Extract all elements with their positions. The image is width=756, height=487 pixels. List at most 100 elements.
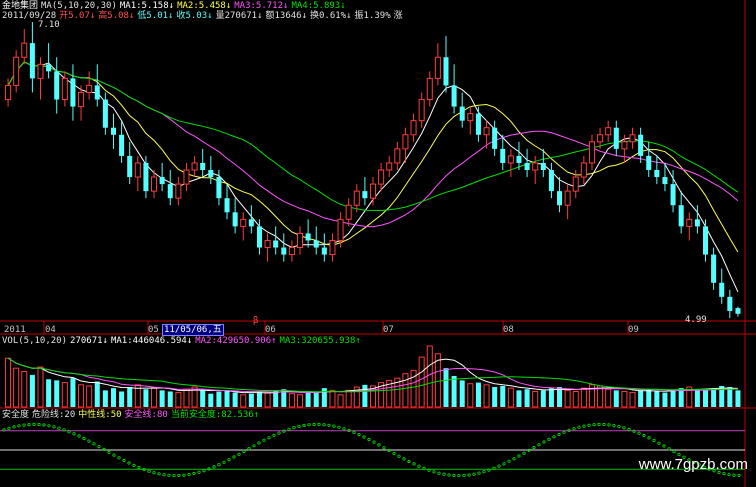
candle-body-down bbox=[102, 99, 108, 128]
candle-body-up bbox=[37, 63, 44, 79]
candle-body-down bbox=[540, 162, 546, 170]
safety-curve-dot bbox=[487, 468, 491, 472]
safety-curve-dot bbox=[117, 456, 121, 460]
safety-curve-dot bbox=[657, 441, 661, 445]
safety-curve-dot bbox=[737, 473, 741, 478]
candle-body-up bbox=[572, 176, 579, 192]
event-marker-icon[interactable]: β bbox=[253, 316, 258, 326]
candle-body-up bbox=[434, 56, 441, 79]
safety-curve-dot bbox=[422, 466, 426, 470]
candle-body-down bbox=[127, 155, 133, 178]
volume-bar-up bbox=[86, 385, 93, 408]
safety-curve-dot bbox=[497, 464, 501, 468]
candle-body-down bbox=[443, 57, 449, 86]
cursor-date-label: 11/05/06,五 bbox=[162, 324, 224, 336]
volume-bar-down bbox=[143, 389, 149, 407]
volume-bar-down bbox=[662, 392, 668, 407]
candle-body-up bbox=[175, 183, 182, 199]
candle-body-up bbox=[369, 183, 377, 199]
volume-bar-down bbox=[119, 391, 125, 407]
candle-body-down bbox=[646, 155, 652, 170]
safety-curve-dot bbox=[107, 450, 111, 454]
safety-curve-dot bbox=[582, 424, 586, 428]
candle-body-down bbox=[281, 247, 287, 255]
safety-curve-dot bbox=[62, 428, 66, 432]
volume-bar-down bbox=[459, 380, 465, 407]
safety-curve-dot bbox=[232, 455, 236, 459]
candle-body-down bbox=[719, 282, 725, 297]
safety-curve-dot bbox=[222, 460, 226, 464]
safety-curve-dot bbox=[177, 473, 181, 478]
safety-curve-dot bbox=[237, 452, 241, 456]
safety-curve-dot bbox=[27, 422, 31, 427]
safety-curve-dot bbox=[302, 423, 306, 428]
safety-curve-dot bbox=[672, 449, 676, 454]
safety-curve-dot bbox=[32, 422, 36, 426]
safety-curve-dot bbox=[227, 458, 231, 462]
candle-body-down bbox=[94, 85, 100, 100]
candle-body-up bbox=[5, 84, 12, 101]
volume-bar-down bbox=[548, 388, 554, 407]
volume-bar-up bbox=[21, 371, 28, 408]
safety-curve-dot bbox=[592, 423, 596, 427]
price-header: 金地集团 MA(5,10,20,30) MA1:5.158↓ MA2:5.458↓ MA… bbox=[2, 1, 349, 11]
volume-bar-up bbox=[402, 373, 409, 408]
volume-bar-down bbox=[94, 381, 100, 407]
safety-curve-dot bbox=[522, 451, 526, 455]
safety-curve-dot bbox=[537, 443, 541, 447]
vol-ma3: MA3:320655.938↑ bbox=[279, 336, 361, 346]
candle-body-down bbox=[727, 296, 733, 311]
safety-curve-dot bbox=[17, 424, 21, 428]
quote-turnover: 换0.61%↓ bbox=[310, 11, 352, 21]
volume-bar-down bbox=[638, 390, 644, 407]
safety-curve-dot bbox=[127, 461, 131, 465]
safety-curve-dot bbox=[727, 472, 731, 477]
candle-body-down bbox=[475, 113, 481, 135]
safety-curve-dot bbox=[342, 427, 346, 431]
safety-curve-dot bbox=[212, 465, 216, 469]
candle-body-down bbox=[167, 184, 173, 199]
candle-body-down bbox=[208, 170, 214, 178]
volume-bar-up bbox=[621, 390, 628, 408]
price-low-mark: 4.99 bbox=[685, 315, 707, 325]
ma1-line bbox=[7, 61, 739, 293]
safety-curve-dot bbox=[12, 425, 16, 429]
safe-line-label: 安全线:80 bbox=[124, 410, 168, 420]
quote-high: 高5.08↓ bbox=[98, 11, 135, 21]
candle-body-down bbox=[119, 134, 125, 156]
ma-params: MA(5,10,20,30) bbox=[41, 1, 117, 11]
volume-bar-down bbox=[232, 392, 238, 407]
volume-bar-up bbox=[337, 394, 344, 408]
candle-body-down bbox=[735, 308, 741, 314]
safety-curve-dot bbox=[307, 423, 311, 427]
safety-curve-dot bbox=[472, 472, 476, 476]
volume-bar-down bbox=[443, 368, 449, 407]
safety-curve-dot bbox=[247, 446, 251, 451]
safety-curve-dot bbox=[52, 425, 56, 429]
x-axis-label-apr: 04 bbox=[45, 325, 56, 335]
quote-open: 开5.07↓ bbox=[59, 11, 96, 21]
safety-curve-dot bbox=[122, 458, 126, 463]
candle-body-down bbox=[362, 191, 368, 199]
safety-curve-dot bbox=[37, 422, 41, 427]
vol-params: VOL(5,10,20) bbox=[2, 336, 68, 346]
volume-bar-down bbox=[256, 391, 262, 407]
safety-curve-dot bbox=[357, 432, 361, 437]
volume-bar-down bbox=[557, 387, 563, 407]
safety-curve-dot bbox=[502, 462, 506, 466]
danger-line-label: 危险线:20 bbox=[32, 410, 76, 420]
candle-body-down bbox=[670, 184, 676, 206]
candle-body-down bbox=[159, 177, 165, 185]
candle-body-up bbox=[418, 99, 425, 122]
safety-curve-dot bbox=[637, 431, 641, 435]
safety-curve-dot bbox=[557, 432, 561, 437]
volume-bar-up bbox=[532, 390, 539, 408]
safety-curve-dot bbox=[87, 439, 91, 443]
vol-ma2: MA2:429650.906↑ bbox=[195, 336, 277, 346]
safety-curve-dot bbox=[542, 440, 546, 444]
site-watermark: www.7gpzb.com bbox=[638, 456, 748, 473]
volume-bar-down bbox=[654, 391, 660, 407]
safety-curve-dot bbox=[77, 434, 81, 438]
safety-curve-dot bbox=[82, 436, 86, 441]
volume-bar-up bbox=[483, 384, 490, 408]
